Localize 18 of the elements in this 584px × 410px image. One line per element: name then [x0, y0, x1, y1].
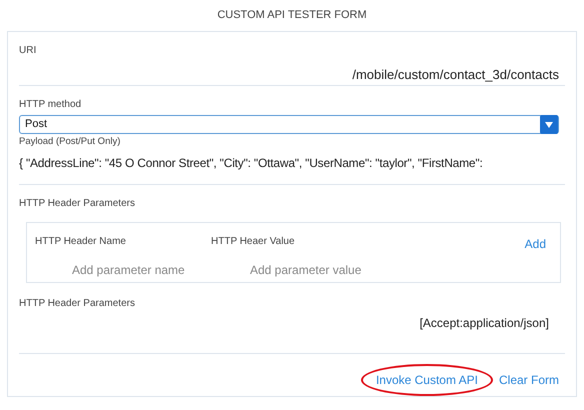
uri-value: /mobile/custom/contact_3d/contacts [352, 66, 559, 84]
method-select[interactable]: Post [19, 114, 559, 134]
field-label: HTTP Header Parameters [19, 197, 135, 212]
select-value: Post [24, 116, 48, 132]
header-value: [Accept:application/json] [420, 315, 549, 332]
payload-value: { "AddressLine": "45 O Connor Street", "City": "Ottawa", "UserName": "taylor", "FirstName": [19, 155, 484, 172]
column-label: HTTP Header Name [35, 235, 126, 250]
field-label: Payload (Post/Put Only) [19, 135, 120, 150]
parameter-name-field[interactable]: Add parameter name [72, 258, 212, 282]
field-label: HTTP method [19, 98, 82, 112]
column-label: HTTP Heaer Value [211, 235, 295, 250]
field-label: URI [19, 44, 36, 58]
add-link[interactable]: Add [524, 235, 546, 254]
circled-link[interactable]: Invoke Custom API [360, 364, 493, 396]
parameter-value-field[interactable]: Add parameter value [250, 258, 400, 282]
form-title: CUSTOM API TESTER FORM [217, 9, 367, 22]
field-label: HTTP Header Parameters [19, 297, 135, 312]
text-link[interactable]: Clear Form [498, 364, 559, 396]
